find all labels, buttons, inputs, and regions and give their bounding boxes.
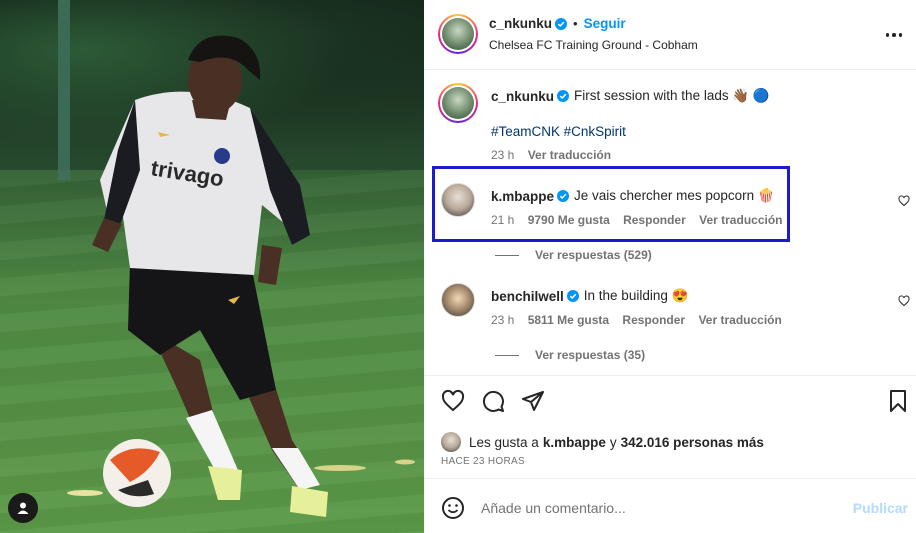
post-header: c_nkunku • Seguir Chelsea FC Training Gr… [424,0,916,70]
share-plane-icon[interactable] [521,389,545,413]
translate-link[interactable]: Ver traducción [699,213,782,227]
hashtag-row: #TeamCNK #CnkSpirit [491,124,626,139]
comment-time[interactable]: 23 h [491,313,514,327]
comment-username[interactable]: benchilwell [491,289,564,304]
action-bar [424,375,916,376]
caption-translate-link[interactable]: Ver traducción [528,148,611,162]
caption-author-username[interactable]: c_nkunku [491,89,554,104]
author-username[interactable]: c_nkunku [489,16,552,31]
comment-avatar[interactable] [441,283,475,317]
view-replies-button[interactable]: Ver respuestas (529) [495,248,652,262]
comment-avatar[interactable] [441,183,475,217]
caption-time[interactable]: 23 h [491,148,514,162]
posted-time[interactable]: HACE 23 HORAS [441,456,525,467]
comment-text: Je vais chercher mes popcorn 🍿 [574,188,775,203]
view-replies-label: Ver respuestas (35) [535,348,646,362]
author-avatar[interactable] [438,14,478,54]
caption-meta: 23 h Ver traducción [491,148,611,162]
post-details-panel: c_nkunku • Seguir Chelsea FC Training Gr… [424,0,916,533]
comment-meta: 23 h 5811 Me gusta Responder Ver traducc… [491,313,782,327]
hashtag-link[interactable]: #TeamCNK [491,124,560,139]
tagged-users-button[interactable] [8,493,38,523]
view-replies-label: Ver respuestas (529) [535,248,652,262]
comment-meta: 21 h 9790 Me gusta Responder Ver traducc… [491,213,783,227]
verified-icon [557,190,570,202]
verified-icon [555,17,568,30]
comment-input[interactable]: Añade un comentario... [481,500,626,516]
likes-count[interactable]: 342.016 personas más [621,435,764,450]
save-bookmark-icon[interactable] [886,389,910,413]
comment-likes[interactable]: 5811 Me gusta [528,313,609,327]
translate-link[interactable]: Ver traducción [698,313,781,327]
likes-summary: Les gusta a k.mbappe y 342.016 personas … [441,432,764,452]
replies-divider [495,354,519,356]
verified-icon [566,290,579,302]
replies-divider [495,254,519,256]
emoji-icon[interactable] [441,496,465,520]
comment-text: In the building 😍 [583,288,689,303]
comment-username[interactable]: k.mbappe [491,189,554,204]
like-comment-heart-icon[interactable] [898,295,910,307]
comment-time[interactable]: 21 h [491,213,514,227]
hashtag-link[interactable]: #CnkSpirit [564,124,626,139]
post-photo[interactable]: trivago [0,0,424,533]
caption-text: First session with the lads 👋🏾 🔵 [574,88,770,103]
follow-button[interactable]: Seguir [584,16,626,31]
player-figure: trivago [67,35,415,517]
verified-icon [557,90,570,102]
reply-button[interactable]: Responder [623,213,686,227]
comment-bubble-icon[interactable] [481,389,505,413]
separator-dot: • [573,16,578,31]
liker-username[interactable]: k.mbappe [543,435,606,450]
caption-author-avatar[interactable] [438,83,478,123]
comment-row: benchilwell In the building 😍 [491,288,688,304]
reply-button[interactable]: Responder [622,313,685,327]
likes-connector: y [609,434,617,450]
like-comment-heart-icon[interactable] [898,195,910,207]
view-replies-button[interactable]: Ver respuestas (35) [495,348,645,362]
add-comment-bar: Añade un comentario... Publicar [424,478,916,533]
header-author-row: c_nkunku • Seguir [489,16,626,31]
more-options-icon[interactable] [884,25,904,45]
likes-prefix: Les gusta a [469,434,539,450]
liker-avatar[interactable] [441,432,461,452]
caption-row: c_nkunku First session with the lads 👋🏾 … [491,88,770,104]
comment-row: k.mbappe Je vais chercher mes popcorn 🍿 [491,188,775,204]
like-heart-icon[interactable] [441,389,465,413]
post-location[interactable]: Chelsea FC Training Ground - Cobham [489,38,698,52]
user-icon [17,502,29,514]
comment-likes[interactable]: 9790 Me gusta [528,213,610,227]
highlight-box [432,166,790,242]
publish-button[interactable]: Publicar [853,500,908,516]
